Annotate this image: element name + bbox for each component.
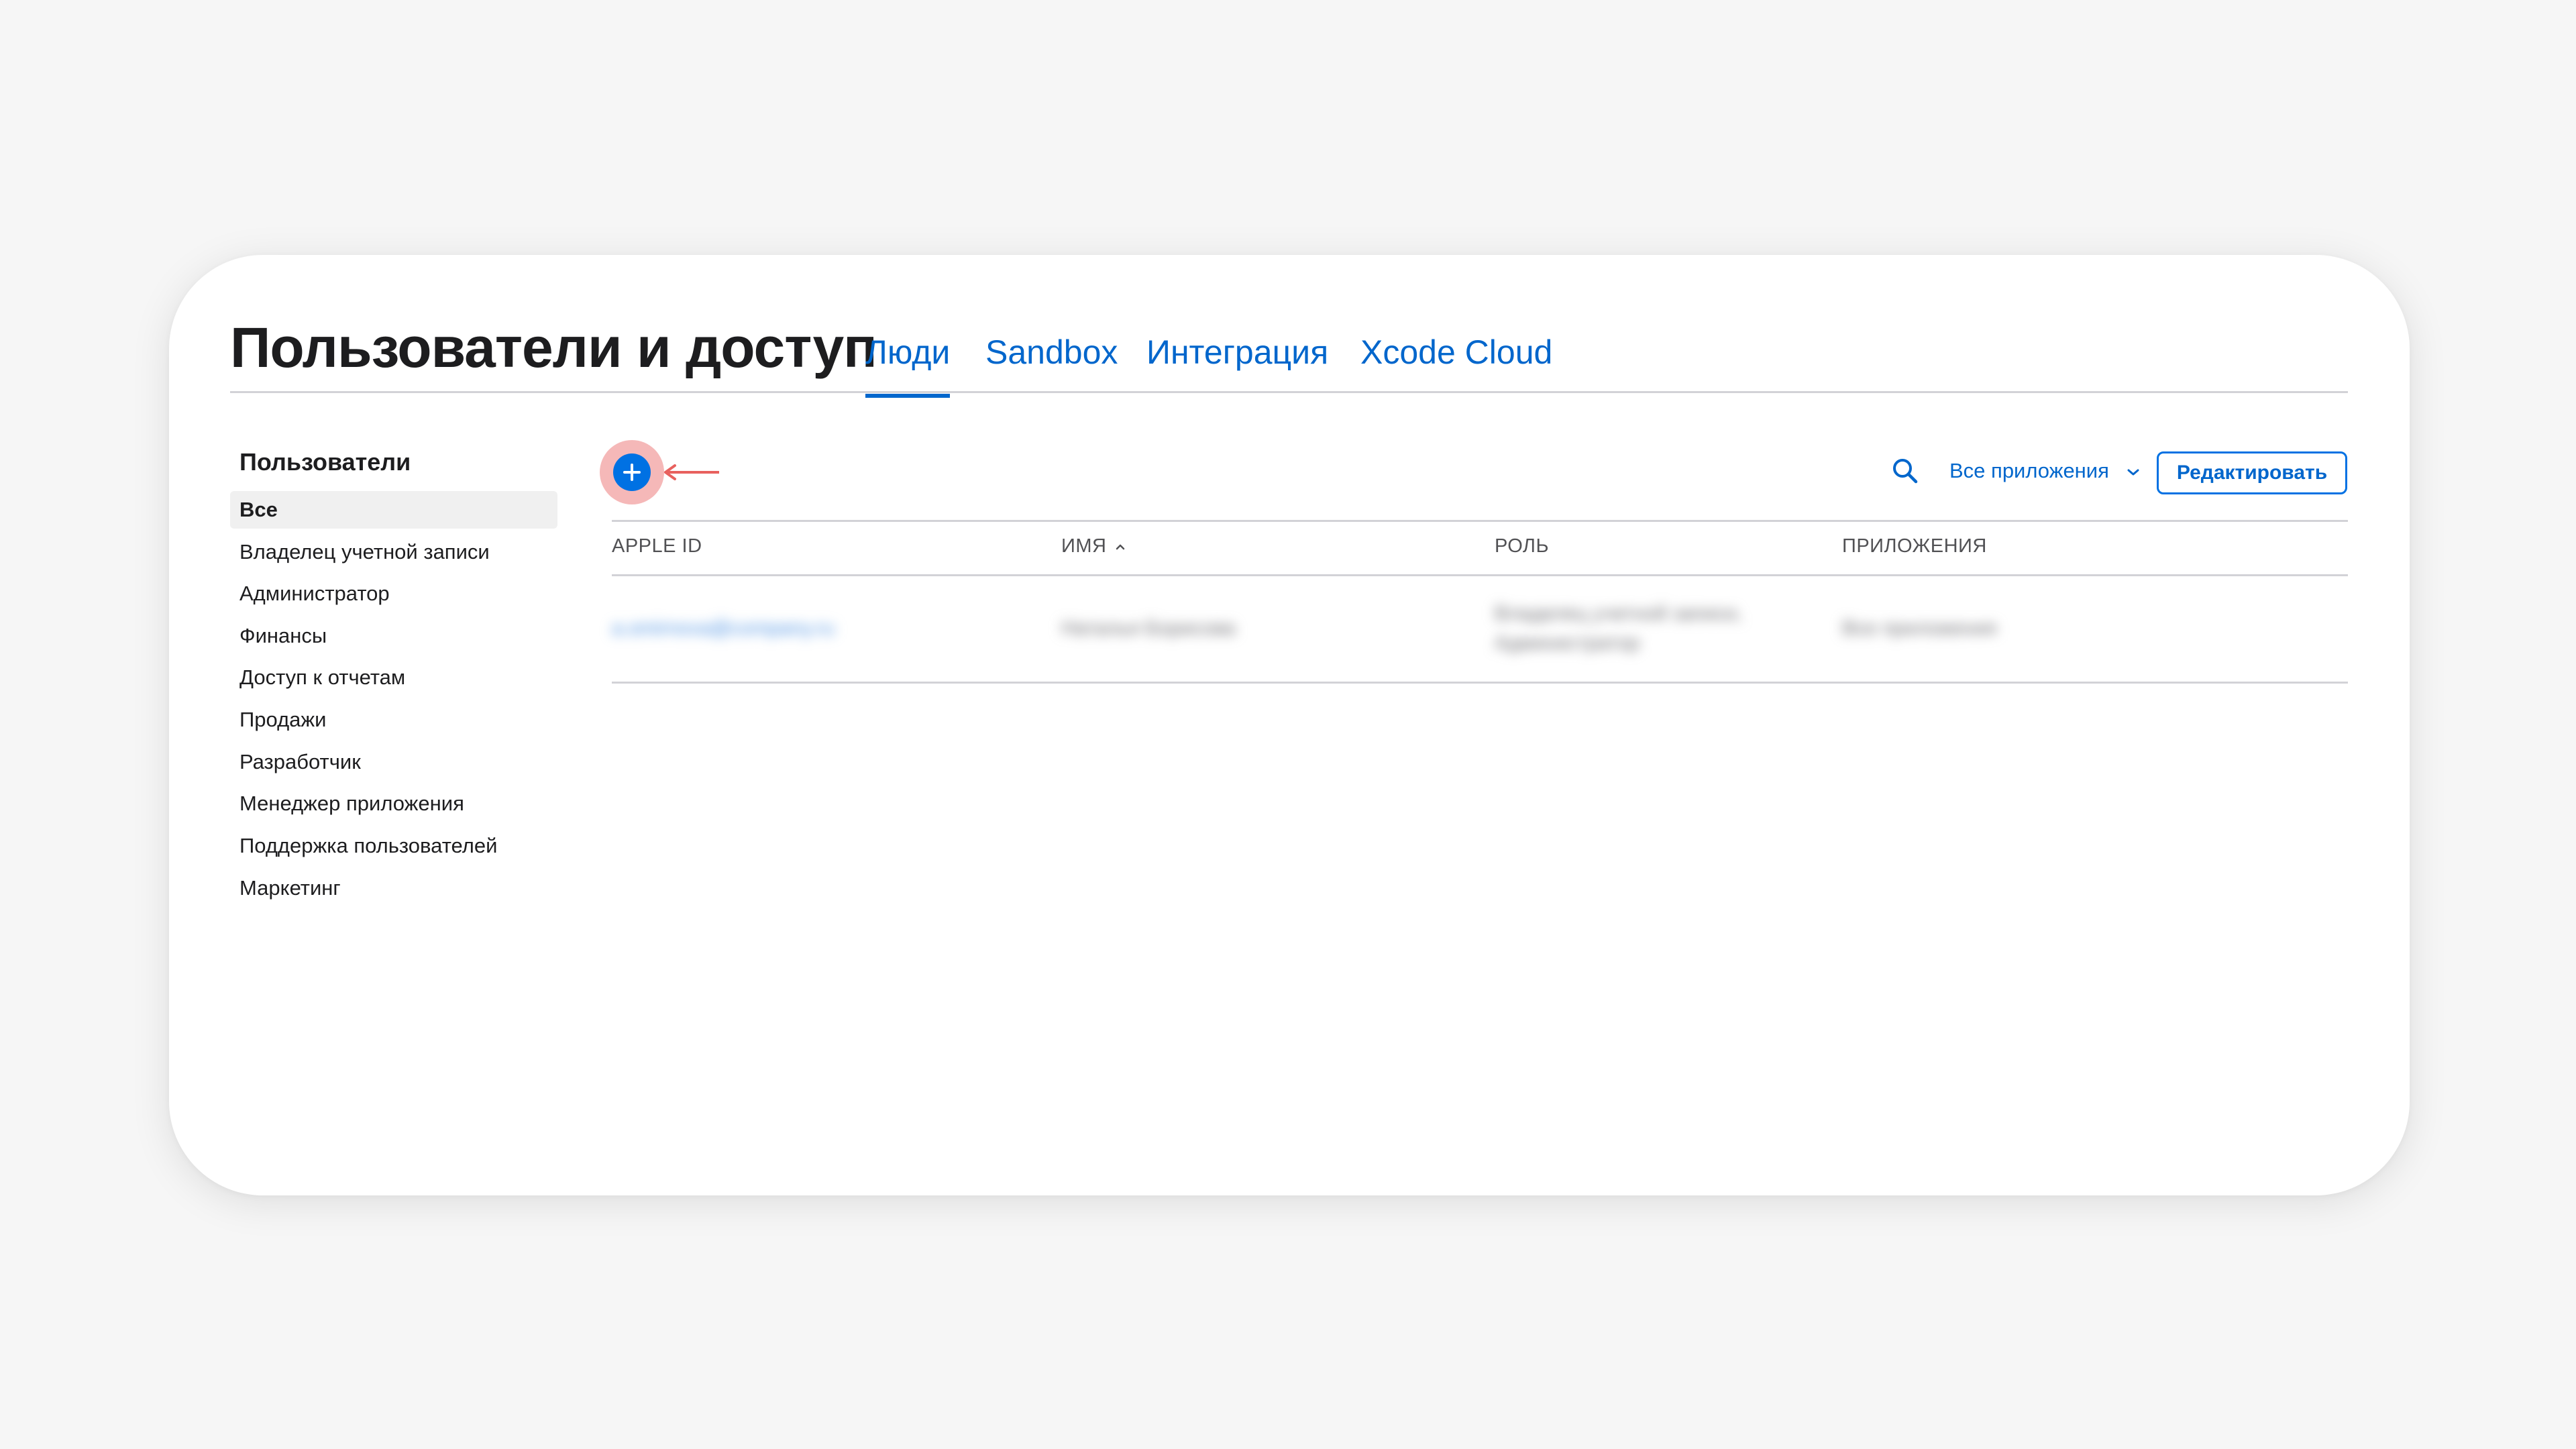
tab-people[interactable]: Люди [865,333,951,398]
sidebar-item-marketing[interactable]: Маркетинг [230,869,557,907]
column-header-apple-id[interactable]: APPLE ID [612,535,702,557]
column-header-role[interactable]: РОЛЬ [1495,535,1549,557]
sidebar-item-admin[interactable]: Администратор [230,575,557,612]
table-header-divider [612,574,2348,576]
tab-integration[interactable]: Интеграция [1146,333,1328,372]
tab-xcode-cloud[interactable]: Xcode Cloud [1360,333,1552,372]
sidebar-item-reports-access[interactable]: Доступ к отчетам [230,659,557,696]
sidebar-heading: Пользователи [239,448,411,476]
page-title: Пользователи и доступ [230,316,877,379]
column-header-apps[interactable]: ПРИЛОЖЕНИЯ [1842,535,1987,557]
page-header: Пользователи и доступ Люди Sandbox Интег… [230,295,2348,398]
plus-icon [623,464,641,481]
table-bottom-divider [612,682,2348,684]
sidebar-item-finance[interactable]: Финансы [230,617,557,655]
column-header-name-label: ИМЯ [1061,535,1107,557]
cell-apps: Все приложения [1842,617,1997,639]
sidebar-item-developer[interactable]: Разработчик [230,743,557,781]
chevron-down-icon [2127,469,2139,476]
tab-sandbox[interactable]: Sandbox [985,333,1118,372]
sort-ascending-icon [1116,545,1125,550]
apps-filter-label: Все приложения [1949,459,2109,482]
cell-name: Наталья Борисова [1061,617,1236,639]
apps-filter-dropdown[interactable]: Все приложения [1949,459,2141,488]
search-icon[interactable] [1890,456,1920,486]
sidebar-item-sales[interactable]: Продажи [230,701,557,739]
cell-role-line2: Администратор [1495,632,1640,654]
pointer-arrow-icon [664,464,719,480]
column-header-name[interactable]: ИМЯ [1061,535,1126,557]
sidebar-item-app-manager[interactable]: Менеджер приложения [230,785,557,822]
sidebar-item-all[interactable]: Все [230,491,557,529]
add-user-button[interactable] [613,453,651,491]
table-top-divider [612,520,2348,522]
cell-apple-id[interactable]: a.smirnova@company.ru [612,617,835,640]
sidebar-item-customer-support[interactable]: Поддержка пользователей [230,827,557,865]
edit-button[interactable]: Редактировать [2157,451,2347,494]
cell-role-line1: Владелец учетной записи, [1495,602,1743,625]
sidebar-item-account-holder[interactable]: Владелец учетной записи [230,533,557,571]
